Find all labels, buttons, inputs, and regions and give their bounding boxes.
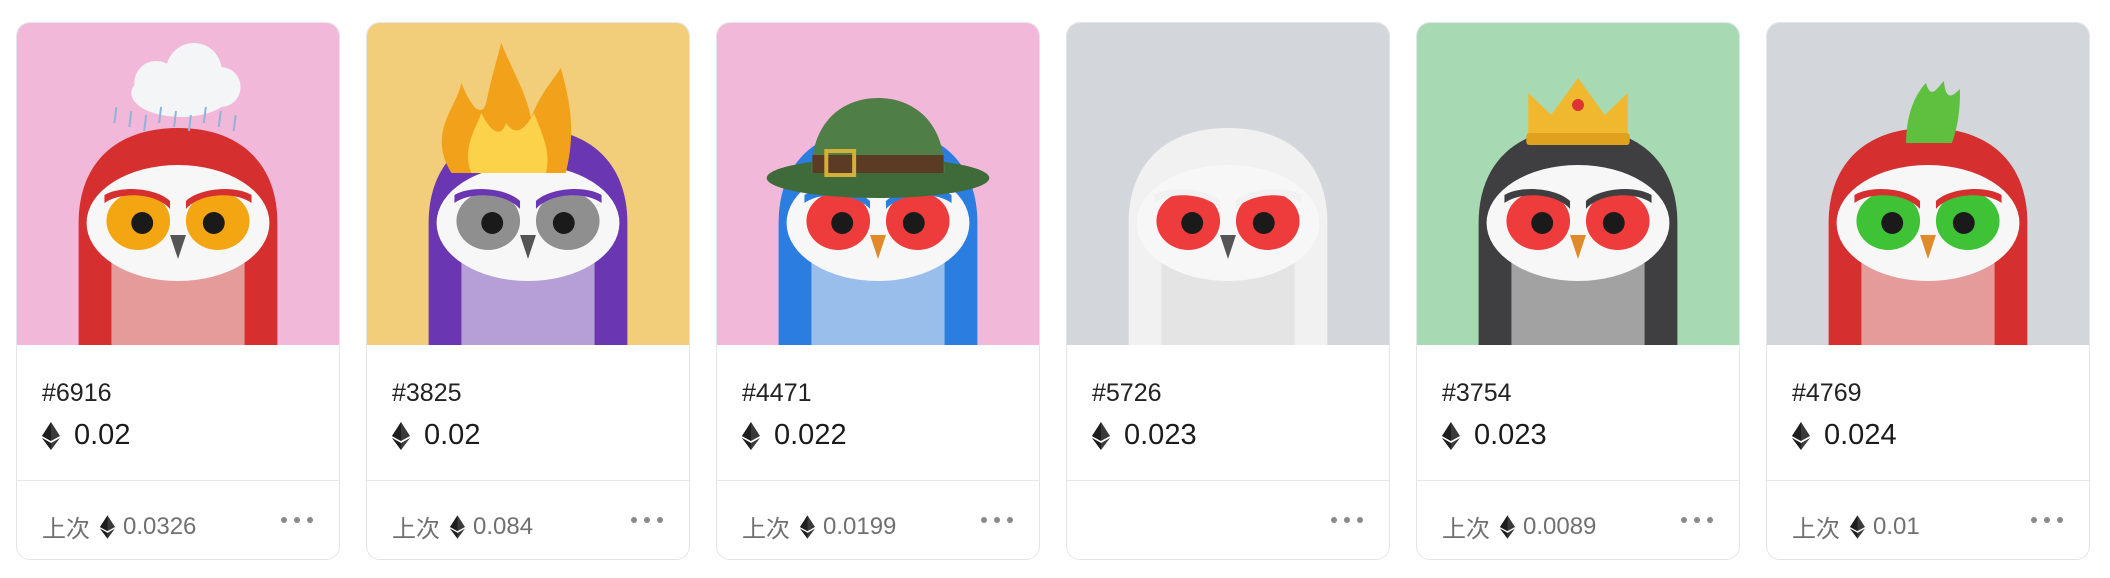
card-info: #4769 0.024 xyxy=(1767,345,2089,481)
last-sale: 上次 0.0089 xyxy=(1442,509,1596,544)
more-dots-icon xyxy=(1681,517,1687,523)
nft-card-4769[interactable]: #4769 0.024 上次 0.01 xyxy=(1766,22,2090,560)
last-sale-price: 0.0199 xyxy=(823,512,897,540)
more-dot xyxy=(1357,517,1363,523)
nft-card-5726[interactable]: #5726 0.023 xyxy=(1066,22,1390,560)
price-value: 0.02 xyxy=(74,419,131,451)
token-id: #4769 xyxy=(1792,379,1862,407)
nft-card-6916[interactable]: #6916 0.02 上次 0.0326 xyxy=(16,22,340,560)
more-dot xyxy=(2044,517,2050,523)
last-sale-label: 上次 xyxy=(1442,516,1490,543)
nft-card-3754[interactable]: #3754 0.023 上次 0.0089 xyxy=(1416,22,1740,560)
card-footer xyxy=(1067,481,1389,559)
token-id: #6916 xyxy=(42,379,112,407)
owl-body xyxy=(1478,128,1678,345)
more-dot xyxy=(644,517,650,523)
ethereum-icon xyxy=(392,421,410,450)
last-sale-price: 0.0326 xyxy=(123,512,197,540)
last-sale: 上次 0.0199 xyxy=(742,509,896,544)
more-dot xyxy=(994,517,1000,523)
more-options-button[interactable] xyxy=(981,511,1013,529)
more-dot xyxy=(294,517,300,523)
more-dots-icon xyxy=(1331,517,1337,523)
price-row: 0.02 xyxy=(392,419,480,452)
token-id: #4471 xyxy=(742,379,812,407)
more-dots-icon xyxy=(281,517,287,523)
nft-card-3825[interactable]: #3825 0.02 上次 0.084 xyxy=(366,22,690,560)
last-sale: 上次 0.0326 xyxy=(42,509,196,544)
price-value: 0.023 xyxy=(1474,419,1547,451)
ethereum-icon xyxy=(742,421,760,450)
last-sale-label: 上次 xyxy=(1792,516,1840,543)
nft-card-row: #6916 0.02 上次 0.0326 #3825 0.02 上次 0.084… xyxy=(16,22,2090,560)
nft-image[interactable] xyxy=(1417,23,1739,345)
last-sale: 上次 0.084 xyxy=(392,509,533,544)
last-sale-label: 上次 xyxy=(742,516,790,543)
card-footer: 上次 0.0326 xyxy=(17,481,339,559)
token-id: #3825 xyxy=(392,379,462,407)
ethereum-icon xyxy=(1442,421,1460,450)
nft-image[interactable] xyxy=(17,23,339,345)
nft-image[interactable] xyxy=(1067,23,1389,345)
more-dot xyxy=(1344,517,1350,523)
more-dot xyxy=(1707,517,1713,523)
last-sale-price: 0.084 xyxy=(473,512,534,540)
price-value: 0.024 xyxy=(1824,419,1897,451)
ethereum-icon xyxy=(100,514,115,539)
owl-body xyxy=(78,128,278,345)
price-row: 0.023 xyxy=(1442,419,1547,452)
card-info: #6916 0.02 xyxy=(17,345,339,481)
token-id: #3754 xyxy=(1442,379,1512,407)
price-value: 0.02 xyxy=(424,419,481,451)
last-sale: 上次 0.01 xyxy=(1792,509,1920,544)
ethereum-icon xyxy=(1850,514,1865,539)
card-footer: 上次 0.0199 xyxy=(717,481,1039,559)
price-row: 0.024 xyxy=(1792,419,1897,452)
more-dot xyxy=(1694,517,1700,523)
last-sale-label: 上次 xyxy=(392,516,440,543)
more-dot xyxy=(657,517,663,523)
more-options-button[interactable] xyxy=(1681,511,1713,529)
more-dot xyxy=(1007,517,1013,523)
ethereum-icon xyxy=(1792,421,1810,450)
owl-body xyxy=(1128,128,1328,345)
nft-card-4471[interactable]: #4471 0.022 上次 0.0199 xyxy=(716,22,1040,560)
ethereum-icon xyxy=(1092,421,1110,450)
nft-image[interactable] xyxy=(1767,23,2089,345)
price-value: 0.022 xyxy=(774,419,847,451)
more-dot xyxy=(307,517,313,523)
card-info: #3754 0.023 xyxy=(1417,345,1739,481)
ethereum-icon xyxy=(450,514,465,539)
owl-body xyxy=(1828,128,2028,345)
ethereum-icon xyxy=(1500,514,1515,539)
card-info: #3825 0.02 xyxy=(367,345,689,481)
more-options-button[interactable] xyxy=(2031,511,2063,529)
more-dots-icon xyxy=(631,517,637,523)
price-row: 0.023 xyxy=(1092,419,1197,452)
more-options-button[interactable] xyxy=(281,511,313,529)
nft-image[interactable] xyxy=(717,23,1039,345)
more-options-button[interactable] xyxy=(1331,511,1363,529)
last-sale-label: 上次 xyxy=(42,516,90,543)
ethereum-icon xyxy=(42,421,60,450)
nft-image[interactable] xyxy=(367,23,689,345)
card-footer: 上次 0.084 xyxy=(367,481,689,559)
ethereum-icon xyxy=(800,514,815,539)
price-row: 0.022 xyxy=(742,419,847,452)
token-id: #5726 xyxy=(1092,379,1162,407)
card-info: #4471 0.022 xyxy=(717,345,1039,481)
more-options-button[interactable] xyxy=(631,511,663,529)
card-info: #5726 0.023 xyxy=(1067,345,1389,481)
card-footer: 上次 0.0089 xyxy=(1417,481,1739,559)
last-sale-price: 0.01 xyxy=(1873,512,1920,540)
price-row: 0.02 xyxy=(42,419,130,452)
more-dot xyxy=(2057,517,2063,523)
more-dots-icon xyxy=(2031,517,2037,523)
price-value: 0.023 xyxy=(1124,419,1197,451)
card-footer: 上次 0.01 xyxy=(1767,481,2089,559)
more-dots-icon xyxy=(981,517,987,523)
last-sale-price: 0.0089 xyxy=(1523,512,1597,540)
